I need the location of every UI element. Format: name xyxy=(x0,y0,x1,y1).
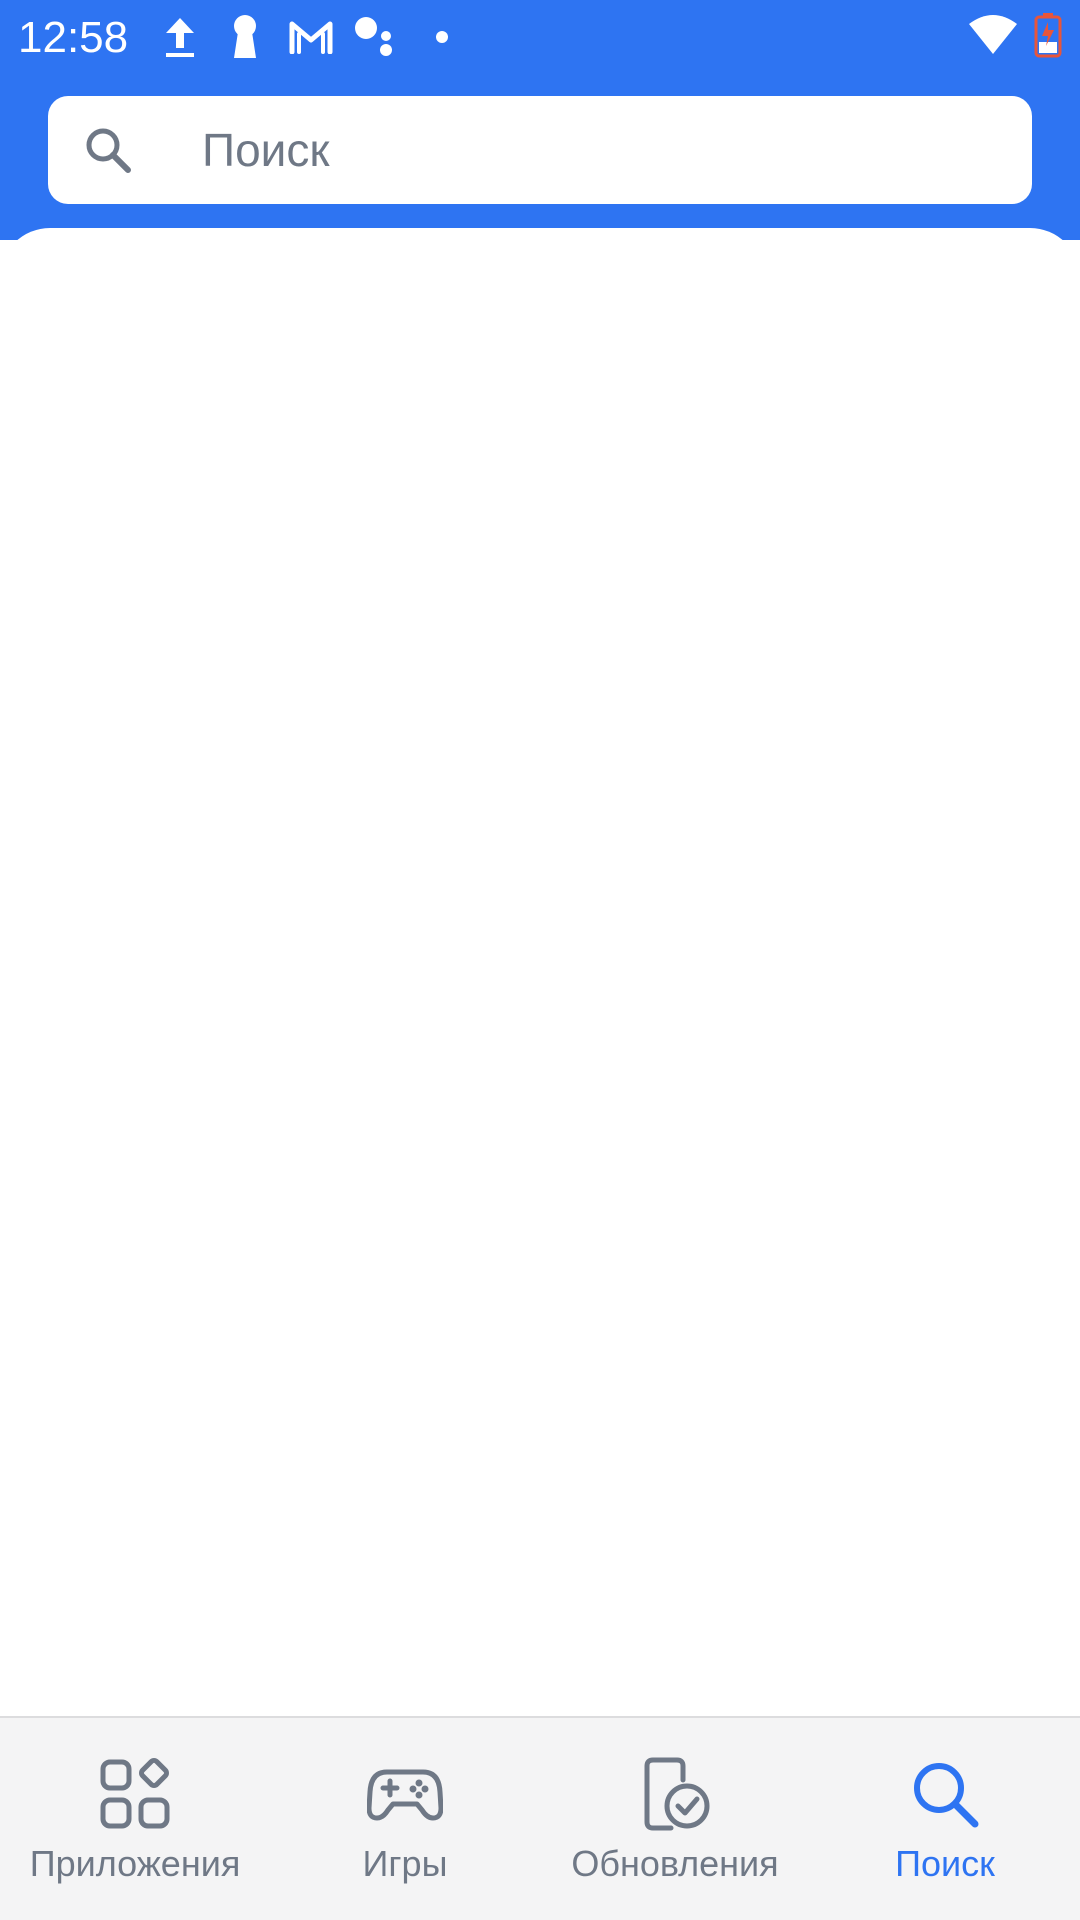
nav-label-search: Поиск xyxy=(895,1843,995,1884)
nav-label-games: Игры xyxy=(362,1843,448,1884)
updates-icon xyxy=(644,1757,710,1831)
wifi-icon xyxy=(969,15,1017,54)
nav-item-search[interactable]: Поиск xyxy=(810,1718,1080,1920)
search-icon xyxy=(86,128,131,173)
keyhole-icon xyxy=(234,15,256,58)
nav-item-apps[interactable]: Приложения xyxy=(0,1718,270,1920)
gmail-icon xyxy=(289,21,333,54)
nav-item-games[interactable]: Игры xyxy=(270,1718,540,1920)
assistant-icon xyxy=(355,17,392,56)
status-bar: 12:58 xyxy=(0,0,1080,76)
search-input[interactable] xyxy=(202,114,1002,186)
nav-label-updates: Обновления xyxy=(571,1843,779,1884)
search-results-area xyxy=(0,228,1080,1716)
dot-icon xyxy=(436,31,448,43)
search-icon xyxy=(914,1763,979,1828)
apps-grid-icon xyxy=(100,1758,170,1829)
nav-item-updates[interactable]: Обновления xyxy=(540,1718,810,1920)
status-time: 12:58 xyxy=(18,13,129,62)
search-bar[interactable] xyxy=(48,96,1032,204)
battery-charging-icon xyxy=(1034,13,1062,58)
gamepad-icon xyxy=(367,1769,443,1821)
bottom-navigation: Приложения Игры Обновления Поиск xyxy=(0,1716,1080,1920)
header: 12:58 xyxy=(0,0,1080,240)
nav-label-apps: Приложения xyxy=(29,1843,241,1884)
upload-icon xyxy=(166,18,194,57)
